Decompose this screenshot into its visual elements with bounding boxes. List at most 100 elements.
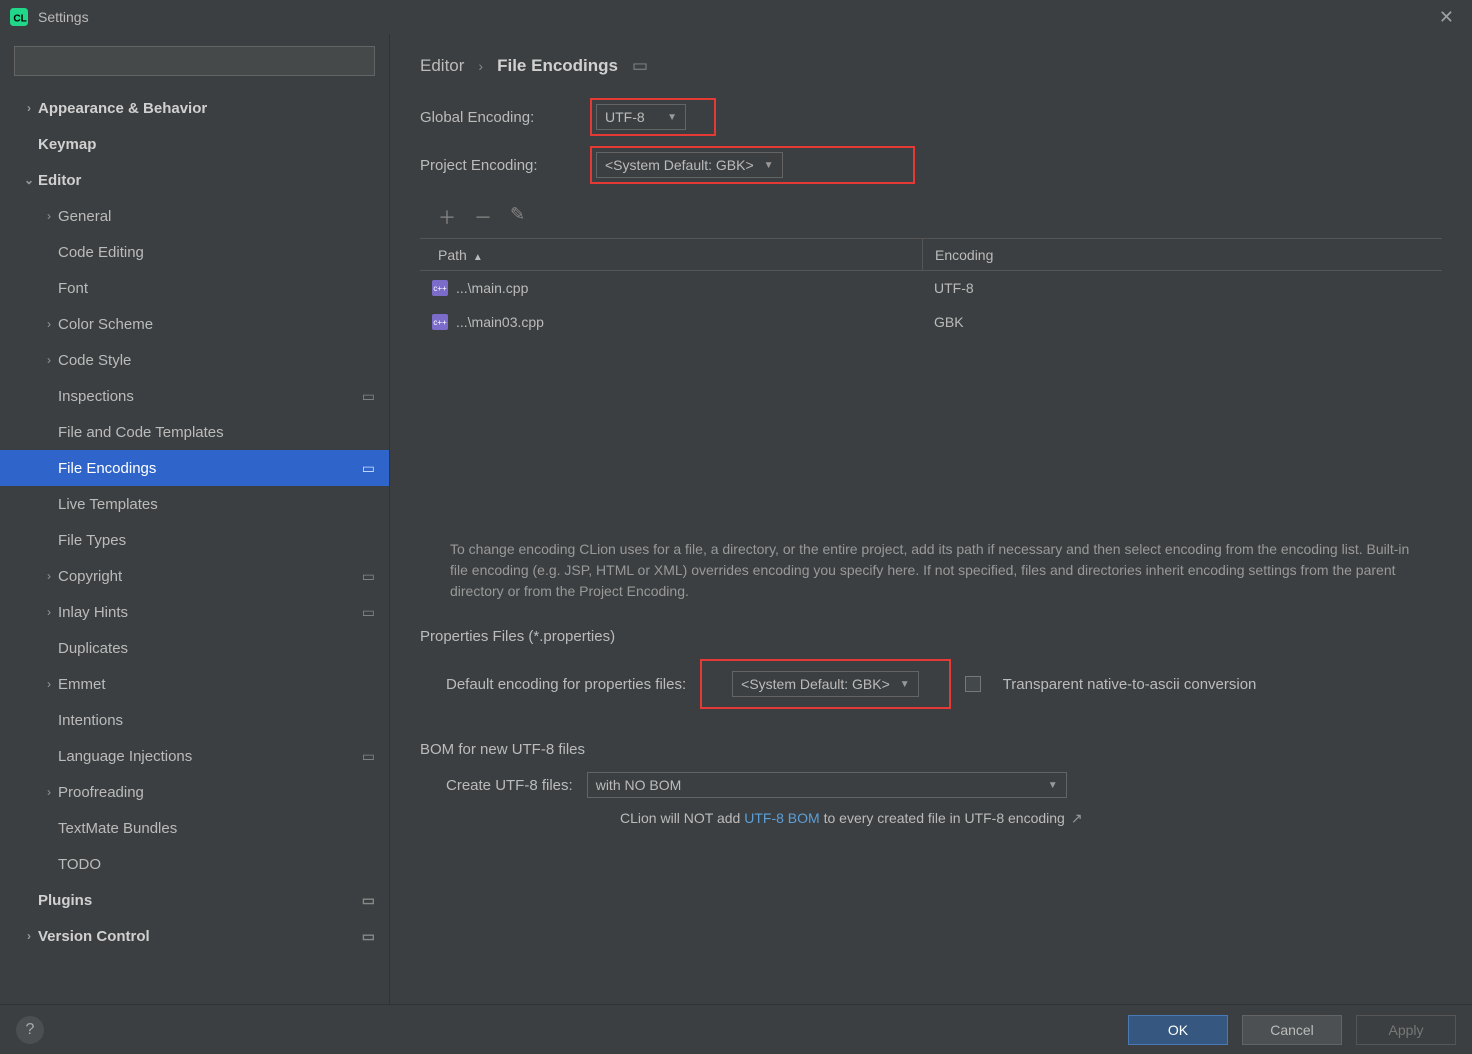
apply-button[interactable]: Apply — [1356, 1015, 1456, 1045]
sidebar-item-copyright[interactable]: ›Copyright▭ — [0, 558, 389, 594]
sidebar-item-code-editing[interactable]: Code Editing — [0, 234, 389, 270]
sidebar-item-label: Editor — [38, 172, 81, 189]
file-encoding: UTF-8 — [922, 280, 1442, 296]
global-encoding-label: Global Encoding: — [420, 109, 590, 126]
sidebar-item-label: Inlay Hints — [58, 604, 128, 621]
dialog-footer: ? OK Cancel Apply — [0, 1004, 1472, 1054]
sidebar-item-general[interactable]: ›General — [0, 198, 389, 234]
project-encoding-combo[interactable]: <System Default: GBK> ▼ — [596, 152, 783, 178]
sidebar-item-intentions[interactable]: Intentions — [0, 702, 389, 738]
project-encoding-highlight: <System Default: GBK> ▼ — [590, 146, 915, 184]
sidebar-item-label: Emmet — [58, 676, 106, 693]
scope-badge-icon: ▭ — [632, 56, 648, 76]
sidebar-item-todo[interactable]: TODO — [0, 846, 389, 882]
create-utf8-label: Create UTF-8 files: — [446, 777, 573, 794]
sidebar-item-appearance-behavior[interactable]: ›Appearance & Behavior — [0, 90, 389, 126]
sidebar-item-version-control[interactable]: ›Version Control▭ — [0, 918, 389, 954]
global-encoding-combo[interactable]: UTF-8 ▼ — [596, 104, 686, 130]
sidebar-item-label: Font — [58, 280, 88, 297]
table-header: Path▲ Encoding — [420, 239, 1442, 271]
sidebar-item-label: Inspections — [58, 388, 134, 405]
sidebar-item-font[interactable]: Font — [0, 270, 389, 306]
ok-button[interactable]: OK — [1128, 1015, 1228, 1045]
external-link-icon: ↗ — [1071, 810, 1083, 826]
sidebar-item-file-and-code-templates[interactable]: File and Code Templates — [0, 414, 389, 450]
bom-hint: CLion will NOT add UTF-8 BOM to every cr… — [620, 810, 1442, 827]
scope-badge-icon: ▭ — [362, 604, 375, 621]
sidebar-item-code-style[interactable]: ›Code Style — [0, 342, 389, 378]
breadcrumb-current: File Encodings — [497, 56, 618, 76]
add-button[interactable]: ＋ — [438, 204, 456, 230]
file-path: ...\main.cpp — [456, 280, 528, 296]
properties-encoding-highlight: <System Default: GBK> ▼ — [700, 659, 951, 709]
path-toolbar: ＋ － ✎ — [420, 194, 1442, 234]
sidebar-item-keymap[interactable]: Keymap — [0, 126, 389, 162]
global-encoding-highlight: UTF-8 ▼ — [590, 98, 716, 136]
sidebar-item-inlay-hints[interactable]: ›Inlay Hints▭ — [0, 594, 389, 630]
chevron-right-icon: › — [40, 353, 58, 367]
app-icon: CL — [10, 8, 28, 26]
sidebar-item-file-types[interactable]: File Types — [0, 522, 389, 558]
chevron-right-icon: › — [40, 785, 58, 799]
encoding-table: Path▲ Encoding c++...\main.cppUTF-8c++..… — [420, 238, 1442, 339]
remove-button[interactable]: － — [474, 204, 492, 230]
scope-badge-icon: ▭ — [362, 460, 375, 477]
breadcrumb: Editor › File Encodings ▭ — [420, 56, 1442, 76]
properties-encoding-combo[interactable]: <System Default: GBK> ▼ — [732, 671, 919, 697]
transparent-ascii-label: Transparent native-to-ascii conversion — [1003, 676, 1257, 693]
sidebar-item-inspections[interactable]: Inspections▭ — [0, 378, 389, 414]
help-button[interactable]: ? — [16, 1016, 44, 1044]
sidebar-item-label: Language Injections — [58, 748, 192, 765]
properties-encoding-label: Default encoding for properties files: — [446, 676, 686, 693]
chevron-down-icon: ▼ — [900, 679, 910, 690]
edit-button[interactable]: ✎ — [510, 204, 525, 230]
sidebar-item-duplicates[interactable]: Duplicates — [0, 630, 389, 666]
file-encoding: GBK — [922, 314, 1442, 330]
table-row[interactable]: c++...\main03.cppGBK — [420, 305, 1442, 339]
table-row[interactable]: c++ ...\main.cpp UTF-8 — [420, 271, 1442, 305]
search-input[interactable] — [14, 46, 375, 76]
sidebar-item-label: Code Style — [58, 352, 131, 369]
sidebar-item-label: File and Code Templates — [58, 424, 224, 441]
column-path[interactable]: Path▲ — [420, 247, 922, 263]
transparent-ascii-checkbox[interactable] — [965, 676, 981, 692]
chevron-down-icon: ▼ — [764, 160, 774, 171]
sidebar-item-live-templates[interactable]: Live Templates — [0, 486, 389, 522]
sidebar-item-emmet[interactable]: ›Emmet — [0, 666, 389, 702]
create-utf8-value: with NO BOM — [596, 777, 682, 793]
sidebar-item-language-injections[interactable]: Language Injections ▭ — [0, 738, 389, 774]
chevron-down-icon: ⌄ — [20, 173, 38, 187]
sidebar-item-textmate-bundles[interactable]: TextMate Bundles — [0, 810, 389, 846]
sidebar-item-color-scheme[interactable]: ›Color Scheme — [0, 306, 389, 342]
titlebar: CL Settings ✕ — [0, 0, 1472, 34]
sidebar-item-label: Duplicates — [58, 640, 128, 657]
breadcrumb-root[interactable]: Editor — [420, 56, 464, 76]
sidebar-item-editor[interactable]: ⌄Editor — [0, 162, 389, 198]
scope-badge-icon: ▭ — [362, 748, 375, 765]
settings-tree: ›Appearance & BehaviorKeymap⌄Editor›Gene… — [0, 90, 389, 954]
column-encoding[interactable]: Encoding — [922, 239, 1442, 270]
sidebar-item-label: File Types — [58, 532, 126, 549]
chevron-right-icon: › — [20, 929, 38, 943]
sidebar-item-file-encodings[interactable]: File Encodings ▭ — [0, 450, 389, 486]
cpp-file-icon: c++ — [432, 280, 448, 296]
sidebar-item-label: Keymap — [38, 136, 96, 153]
file-path: ...\main03.cpp — [456, 314, 544, 330]
utf8-bom-link[interactable]: UTF-8 BOM — [744, 810, 819, 826]
global-encoding-value: UTF-8 — [605, 109, 645, 125]
properties-section-title: Properties Files (*.properties) — [420, 628, 1442, 645]
sidebar-item-label: Color Scheme — [58, 316, 153, 333]
window-title: Settings — [38, 9, 89, 25]
scope-badge-icon: ▭ — [362, 892, 375, 909]
sidebar-item-label: File Encodings — [58, 460, 156, 477]
sort-asc-icon: ▲ — [473, 252, 483, 263]
sidebar-item-label: Version Control — [38, 928, 150, 945]
chevron-right-icon: › — [40, 677, 58, 691]
cancel-button[interactable]: Cancel — [1242, 1015, 1342, 1045]
sidebar-item-label: Live Templates — [58, 496, 158, 513]
close-button[interactable]: ✕ — [1431, 3, 1462, 32]
chevron-down-icon: ▼ — [1048, 780, 1058, 791]
sidebar-item-proofreading[interactable]: ›Proofreading — [0, 774, 389, 810]
create-utf8-combo[interactable]: with NO BOM ▼ — [587, 772, 1067, 798]
sidebar-item-plugins[interactable]: Plugins▭ — [0, 882, 389, 918]
